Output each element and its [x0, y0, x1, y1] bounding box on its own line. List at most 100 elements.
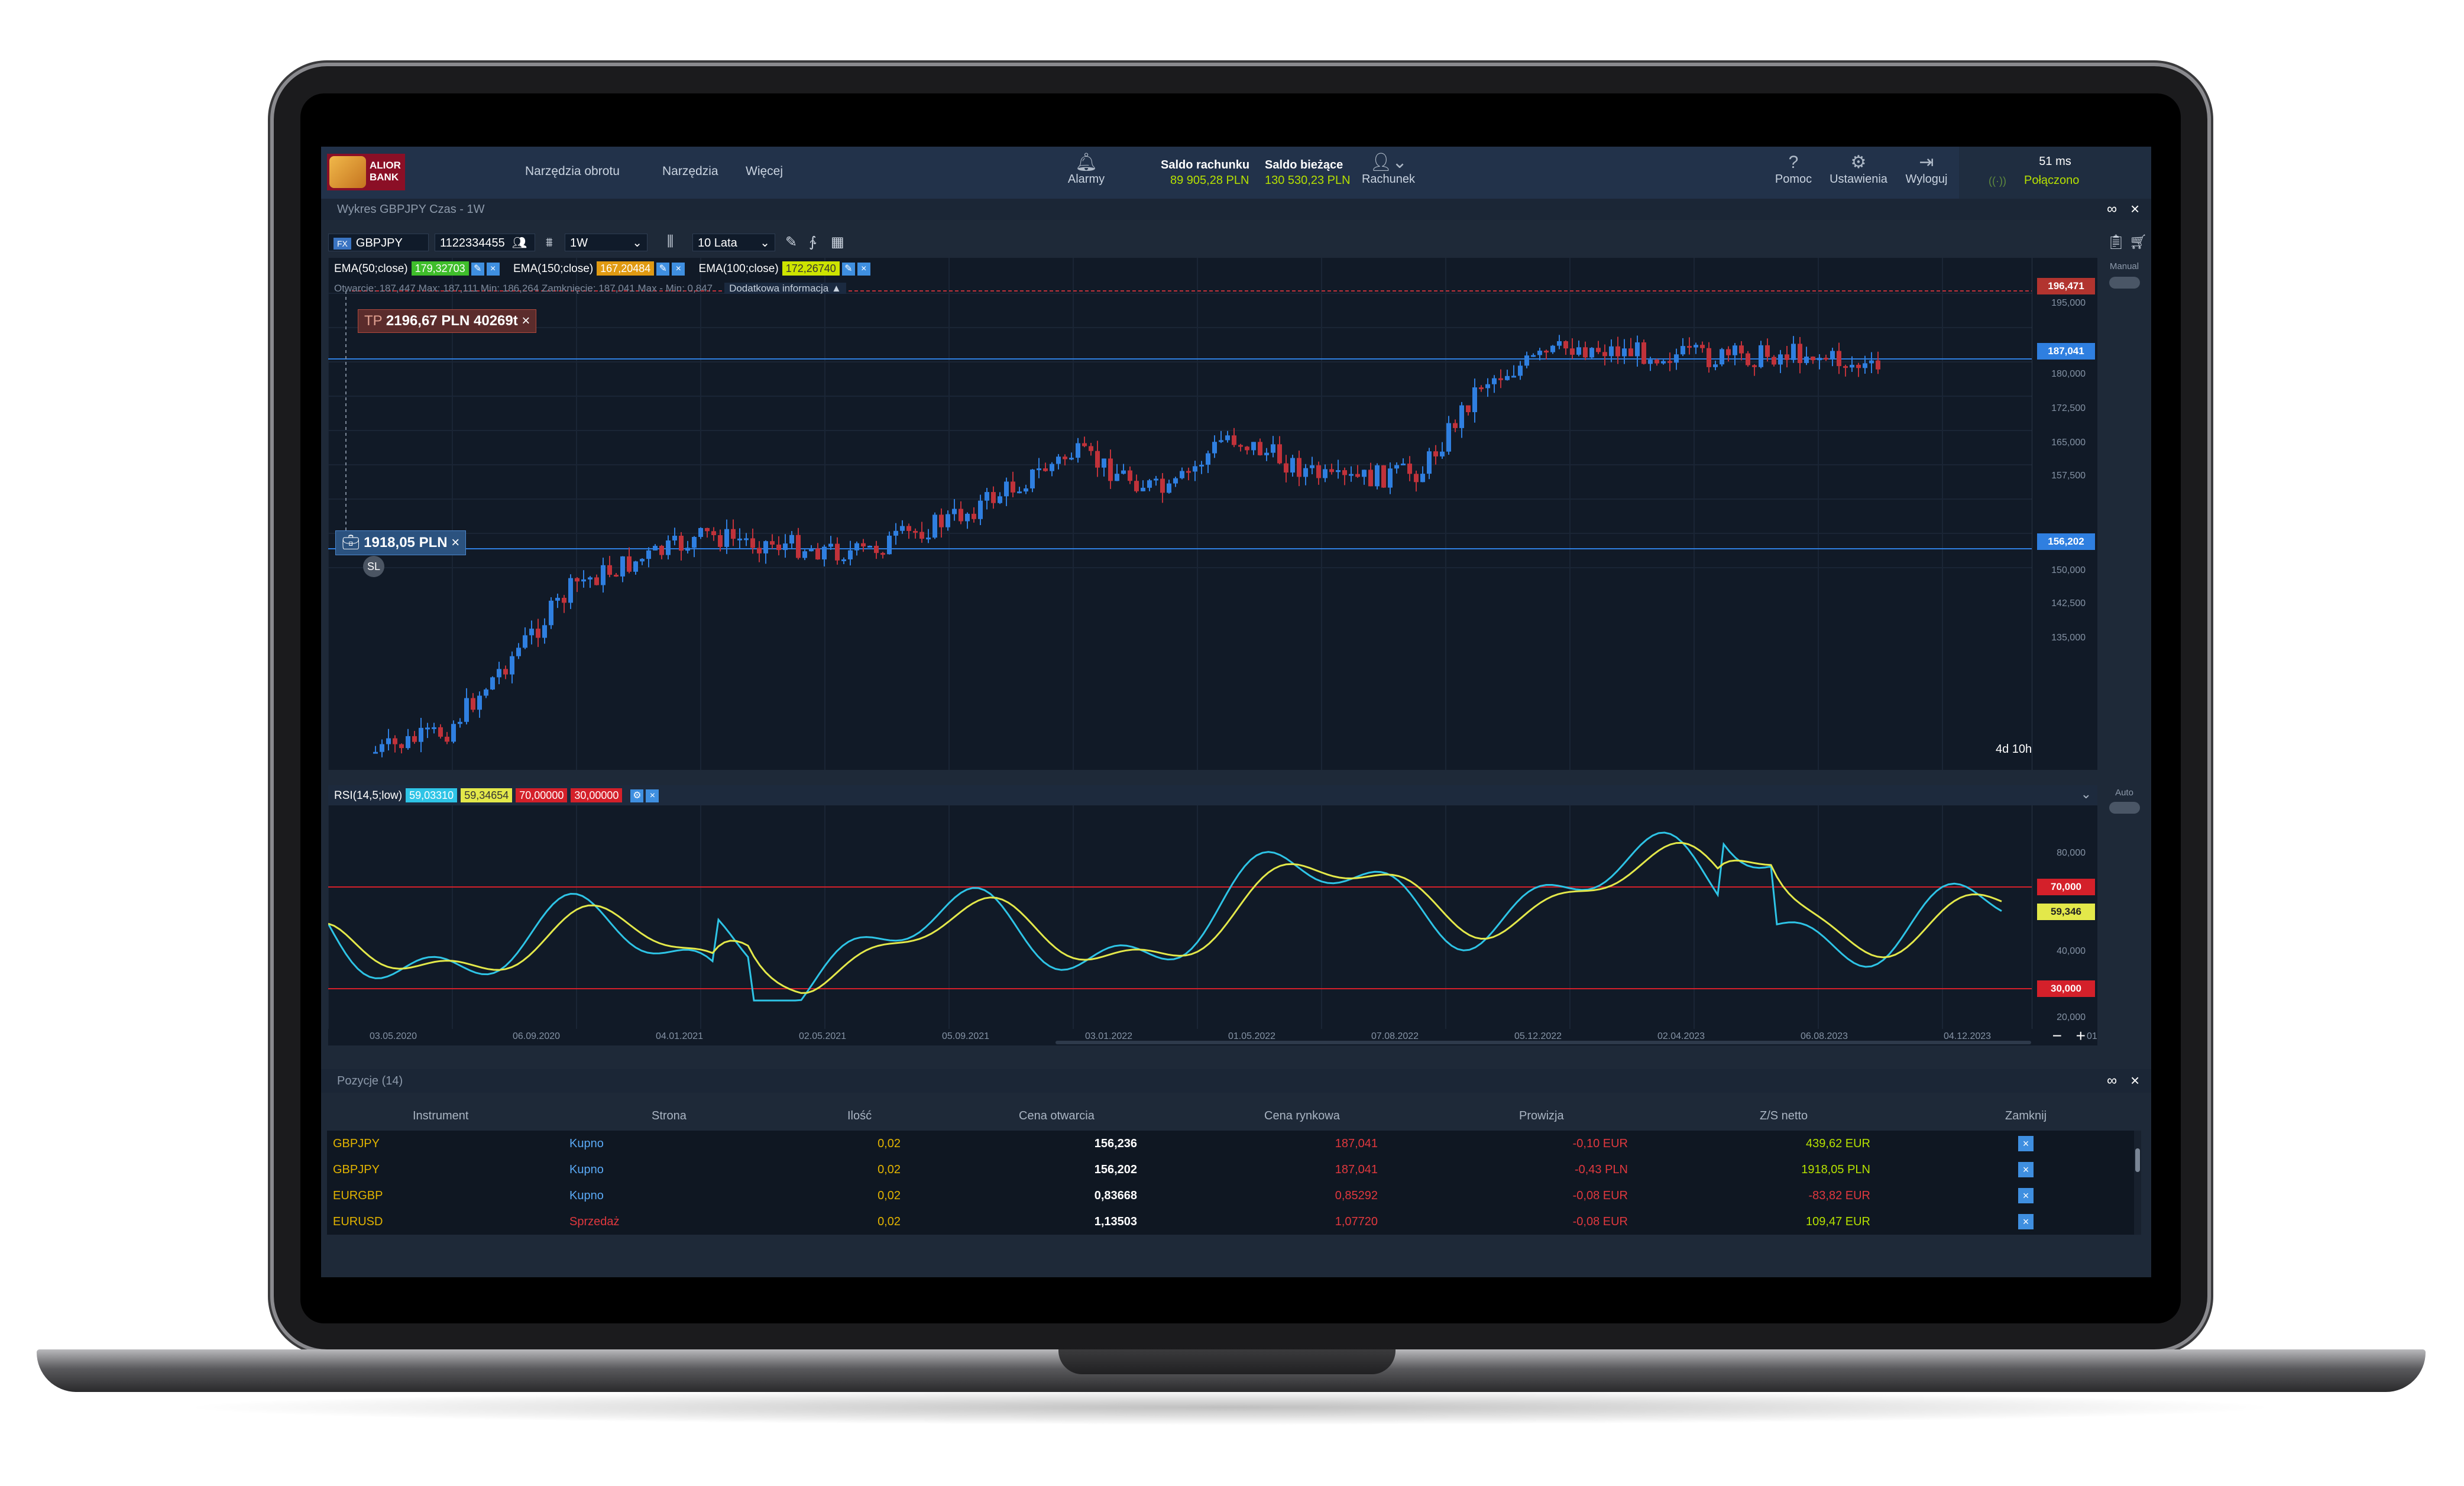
candle-body [1095, 451, 1100, 468]
zoom-out-icon[interactable]: − [2052, 1027, 2062, 1045]
col-pnl[interactable]: Z/S netto [1760, 1109, 1808, 1123]
settings-button[interactable]: ⚙ Ustawienia [1823, 153, 1894, 186]
nav-wiecej[interactable]: Więcej [746, 164, 783, 179]
close-position-icon[interactable]: × [2018, 1136, 2034, 1151]
auto-toggle[interactable] [2109, 802, 2140, 814]
time-scrollbar[interactable] [1055, 1041, 2031, 1044]
candle-body [523, 635, 527, 648]
candle-body [848, 550, 853, 559]
detach-icon[interactable]: ∞ [2107, 201, 2117, 218]
help-button[interactable]: ? Pomoc [1770, 153, 1817, 186]
candle-body [1043, 468, 1048, 471]
candle-body [744, 538, 749, 540]
table-row[interactable]: GBPJPY Kupno 0,02 156,202 187,041 -0,43 … [327, 1157, 2136, 1183]
remove-icon[interactable]: × [672, 262, 685, 276]
alior-logo[interactable]: ALIOR BANK [327, 154, 405, 190]
candlestick-chart[interactable] [328, 258, 2032, 770]
candle-body [1602, 352, 1607, 357]
candles-icon[interactable]: ⫼ [667, 234, 674, 250]
col-market-price[interactable]: Cena rynkowa [1264, 1109, 1340, 1123]
candle-body [1017, 491, 1022, 494]
candle-body [640, 559, 645, 562]
col-qty[interactable]: Ilość [847, 1109, 872, 1123]
table-row[interactable]: GBPJPY Kupno 0,02 156,236 187,041 -0,10 … [327, 1131, 2136, 1157]
candle-body [594, 577, 599, 585]
range-select[interactable]: 10 Lata ⌄ [692, 234, 775, 251]
account-select[interactable]: 1122334455 👥︎ [435, 234, 535, 251]
close-position-icon[interactable]: × [2018, 1162, 2034, 1177]
positions-scrollbar[interactable] [2134, 1131, 2141, 1235]
candle-body [1199, 464, 1204, 467]
indicator-icon[interactable]: ∱ [809, 234, 817, 251]
account-label: Rachunek [1361, 173, 1416, 186]
remove-icon[interactable]: × [486, 262, 500, 276]
close-icon[interactable]: × [451, 535, 459, 551]
account-menu[interactable]: 👤︎⌄ Rachunek [1356, 153, 1421, 186]
calculator-icon[interactable]: ▦ [831, 234, 844, 251]
price-chart[interactable]: EMA(50;close) 179,32703 ✎ × EMA(150;close) 1… [328, 258, 2097, 770]
row-instrument: EURUSD [333, 1215, 383, 1228]
close-icon[interactable]: × [522, 313, 530, 329]
stop-loss-handle[interactable]: SL [363, 556, 384, 577]
rsi-value-1: 59,03310 [406, 788, 458, 802]
pencil-icon[interactable]: ✎ [785, 234, 797, 251]
price-axis[interactable]: 195,000 180,000 172,500 165,000 157,500 … [2032, 258, 2097, 770]
candle-body [861, 543, 866, 547]
candle-body [705, 527, 710, 532]
col-open-price[interactable]: Cena otwarcia [1019, 1109, 1095, 1123]
candle-body [1869, 360, 1874, 364]
remove-icon[interactable]: × [646, 789, 659, 802]
table-row[interactable]: EURUSD Sprzedaż 0,02 1,13503 1,07720 -0,… [327, 1209, 2136, 1235]
settings-icon[interactable]: ✎ [656, 262, 670, 276]
rsi-tick: 80,000 [2057, 848, 2086, 858]
rsi-plot[interactable] [328, 805, 2032, 1029]
col-instrument[interactable]: Instrument [413, 1109, 468, 1123]
settings-icon[interactable]: ⚙ [630, 789, 644, 802]
close-position-icon[interactable]: × [2018, 1214, 2034, 1229]
col-fee[interactable]: Prowizja [1519, 1109, 1564, 1123]
close-icon[interactable]: × [2130, 200, 2139, 218]
candle-body [841, 559, 846, 561]
basket-icon[interactable]: 🛒︎ [2129, 234, 2147, 251]
col-close[interactable]: Zamknij [2005, 1109, 2047, 1123]
detach-icon[interactable]: ∞ [2107, 1073, 2117, 1089]
rsi-chart[interactable]: 80,000 40,000 20,000 70,000 59,346 30,00… [328, 805, 2097, 1029]
settings-icon[interactable]: ✎ [471, 262, 484, 276]
date-axis[interactable]: 03.05.2020 06.09.2020 04.01.2021 02.05.2021… [328, 1027, 2134, 1045]
candle-body [1180, 471, 1184, 478]
zoom-in-icon[interactable]: + [2076, 1027, 2086, 1045]
interval-select[interactable]: 1W ⌄ [565, 234, 647, 251]
candle-body [1336, 470, 1341, 472]
clipboard-icon[interactable]: 📋︎ [2107, 234, 2125, 251]
take-profit-label[interactable]: TP 2196,67 PLN 40269t × [358, 309, 537, 333]
logout-button[interactable]: ⇥ Wyloguj [1900, 153, 1953, 186]
remove-icon[interactable]: × [857, 262, 870, 276]
row-pnl: 1918,05 PLN [1801, 1163, 1870, 1176]
collapse-icon[interactable]: ⌄ [2081, 786, 2091, 802]
ema100-value: 172,26740 [782, 261, 840, 276]
candle-body [802, 551, 807, 558]
scrollbar-thumb[interactable] [2135, 1148, 2140, 1172]
manual-toggle[interactable] [2109, 277, 2140, 289]
candle-body [1524, 355, 1529, 366]
nav-narzedzia-obrotu[interactable]: Narzędzia obrotu [525, 164, 620, 179]
candle-body [991, 492, 996, 503]
nav-narzedzia[interactable]: Narzędzia [662, 164, 718, 179]
close-icon[interactable]: × [2130, 1071, 2139, 1090]
table-row[interactable]: EURGBP Kupno 0,02 0,83668 0,85292 -0,08 … [327, 1183, 2136, 1209]
candle-body [718, 535, 723, 547]
candle-body [1284, 463, 1288, 473]
instrument-select[interactable]: FX GBPJPY [328, 234, 429, 251]
extra-info-toggle[interactable]: Dodatkowa informacja ▲ [724, 283, 846, 294]
alarms-button[interactable]: 🔔︎ Alarmy [1063, 153, 1110, 186]
close-position-icon[interactable]: × [2018, 1188, 2034, 1203]
candle-body [1459, 405, 1464, 428]
candle-body [1154, 478, 1158, 481]
row-qty: 0,02 [878, 1163, 901, 1176]
settings-icon[interactable]: ✎ [841, 262, 855, 276]
col-side[interactable]: Strona [652, 1109, 687, 1123]
compare-icon[interactable]: ⩩ [546, 235, 553, 250]
candle-body [1128, 470, 1132, 481]
signal-icon: ((·)) [1989, 175, 2006, 187]
position-label[interactable]: 💼︎ 1918,05 PLN × [335, 530, 467, 555]
